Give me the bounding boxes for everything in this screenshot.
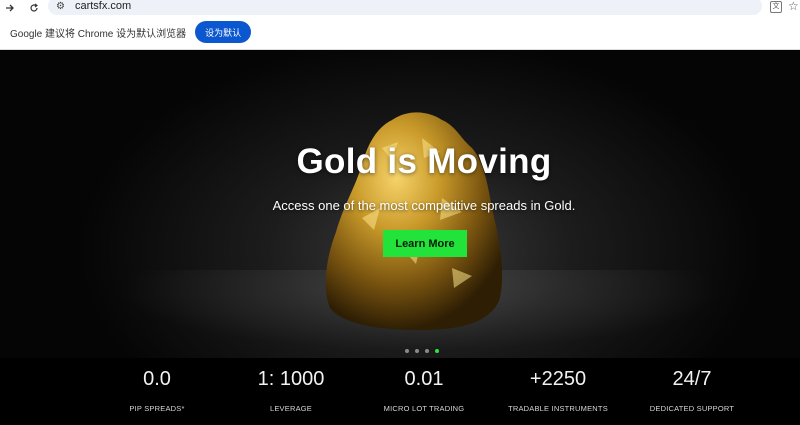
carousel-dot-active[interactable] [435,349,439,353]
stat-pip-spreads: 0.0 PIP SPREADS* [82,358,232,413]
default-browser-infobar: Google 建议将 Chrome 设为默认浏览器 设为默认 [0,15,800,50]
learn-more-button[interactable]: Learn More [383,230,467,257]
stat-label: TRADABLE INSTRUMENTS [508,404,608,413]
stat-micro-lot: 0.01 MICRO LOT TRADING [349,358,499,413]
stat-value: +2250 [529,368,587,390]
hero-subtitle: Access one of the most competitive sprea… [272,198,576,213]
carousel-dot[interactable] [425,349,429,353]
stat-label: LEVERAGE [269,404,313,413]
translate-icon[interactable]: 文 [770,1,782,13]
stat-label: DEDICATED SUPPORT [649,404,735,413]
stat-value: 0.0 [143,368,171,390]
stat-value: 24/7 [672,368,712,390]
stat-label: PIP SPREADS* [129,404,185,413]
url-text: cartsfx.com [74,0,132,12]
stat-value: 1: 1000 [257,368,325,390]
reload-icon[interactable] [26,0,42,15]
stat-value: 0.01 [404,368,444,390]
hero-banner: Gold is Moving Access one of the most co… [0,50,800,358]
hero-title: Gold is Moving [296,142,552,181]
stat-support: 24/7 DEDICATED SUPPORT [617,358,767,413]
stats-strip: 0.0 PIP SPREADS* 1: 1000 LEVERAGE 0.01 M… [0,358,800,425]
carousel-dot[interactable] [405,349,409,353]
stat-instruments: +2250 TRADABLE INSTRUMENTS [483,358,633,413]
stat-label: MICRO LOT TRADING [383,404,465,413]
infobar-message: Google 建议将 Chrome 设为默认浏览器 [10,28,187,40]
stat-leverage: 1: 1000 LEVERAGE [216,358,366,413]
site-info-icon[interactable]: ⚙ [56,1,65,12]
address-bar[interactable]: ⚙ cartsfx.com [48,0,762,15]
bookmark-star-icon[interactable]: ☆ [788,0,799,13]
carousel-dot[interactable] [415,349,419,353]
browser-toolbar: ⚙ cartsfx.com 文 ☆ [0,0,800,15]
carousel-dots [405,349,439,353]
set-default-button[interactable]: 设为默认 [195,21,252,43]
forward-icon[interactable] [2,0,18,15]
